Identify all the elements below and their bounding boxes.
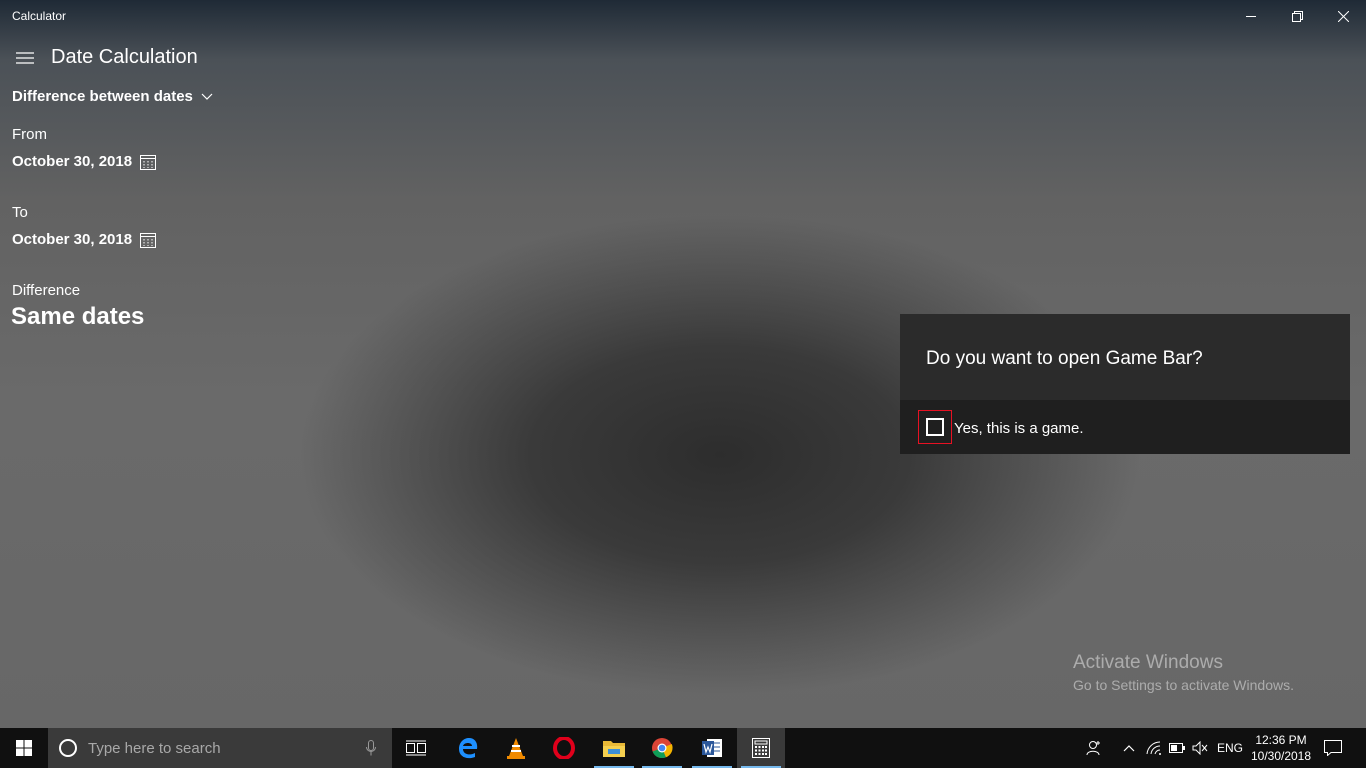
difference-result: Same dates [11,303,145,330]
start-button[interactable] [0,728,48,768]
calendar-icon [140,232,157,248]
chevron-down-icon [201,93,213,100]
calendar-icon [140,154,157,170]
folder-icon [603,741,625,757]
battery-icon [1169,743,1185,753]
task-view-icon [406,740,426,756]
clock-time: 12:36 PM [1255,733,1307,747]
taskbar-calculator[interactable] [737,728,785,768]
activate-windows-subtitle: Go to Settings to activate Windows. [1073,677,1294,693]
cortana-icon [59,739,77,757]
volume-muted-icon [1192,741,1208,755]
vlc-icon [507,738,525,759]
from-date-value: October 30, 2018 [12,153,133,170]
to-date-value: October 30, 2018 [12,231,133,248]
hamburger-menu-icon[interactable] [16,52,34,64]
taskbar-clock[interactable]: 12:36 PM 10/30/2018 [1250,732,1312,764]
mode-dropdown[interactable]: Difference between dates [12,88,213,105]
activate-windows-title: Activate Windows [1073,652,1223,673]
people-button[interactable] [1080,728,1108,768]
taskbar-search-box[interactable]: Type here to search [48,728,392,768]
taskbar-opera[interactable] [540,728,588,768]
minimize-icon [1246,16,1256,17]
notification-icon [1324,740,1342,756]
restore-button[interactable] [1274,0,1320,32]
network-button[interactable] [1142,728,1166,768]
to-date-picker[interactable]: October 30, 2018 [12,231,157,248]
title-bar: Calculator [0,0,1366,32]
chrome-icon [652,738,673,759]
close-icon [1337,10,1349,22]
opera-icon [553,737,575,759]
language-indicator: ENG [1216,741,1243,755]
show-hidden-icons-button[interactable] [1118,728,1140,768]
game-bar-question: Do you want to open Game Bar? [926,348,1203,369]
battery-button[interactable] [1166,728,1188,768]
search-placeholder: Type here to search [88,740,221,757]
taskbar-word[interactable] [688,728,736,768]
taskbar-vlc[interactable] [492,728,540,768]
difference-label: Difference [12,282,81,299]
app-title: Calculator [12,9,67,23]
taskbar: Type here to search ENG 12:36 PM 10/30/2… [0,728,1366,768]
game-bar-prompt: Do you want to open Game Bar? Yes, this … [900,314,1350,454]
minimize-button[interactable] [1228,0,1274,32]
calculator-icon [752,738,770,758]
page-title: Date Calculation [51,46,198,68]
microphone-icon[interactable] [366,740,376,756]
game-bar-checkbox[interactable] [926,418,944,436]
from-label: From [12,126,47,143]
input-language-button[interactable]: ENG [1212,728,1248,768]
to-label: To [12,204,28,221]
taskbar-file-explorer[interactable] [590,728,638,768]
game-bar-checkbox-focus[interactable] [918,410,952,444]
windows-logo-icon [16,740,32,756]
wifi-icon [1146,741,1161,755]
word-icon [702,739,722,757]
close-button[interactable] [1320,0,1366,32]
action-center-button[interactable] [1318,728,1348,768]
chevron-up-icon [1123,745,1135,752]
task-view-button[interactable] [392,728,440,768]
restore-icon [1291,10,1303,22]
from-date-picker[interactable]: October 30, 2018 [12,153,157,170]
game-bar-footer: Yes, this is a game. [900,400,1350,454]
edge-icon [459,738,478,759]
mode-dropdown-label: Difference between dates [12,88,193,105]
clock-date: 10/30/2018 [1250,749,1312,763]
volume-button[interactable] [1188,728,1212,768]
taskbar-edge[interactable] [444,728,492,768]
people-icon [1086,741,1100,756]
taskbar-chrome[interactable] [638,728,686,768]
game-bar-checkbox-label[interactable]: Yes, this is a game. [954,420,1084,437]
